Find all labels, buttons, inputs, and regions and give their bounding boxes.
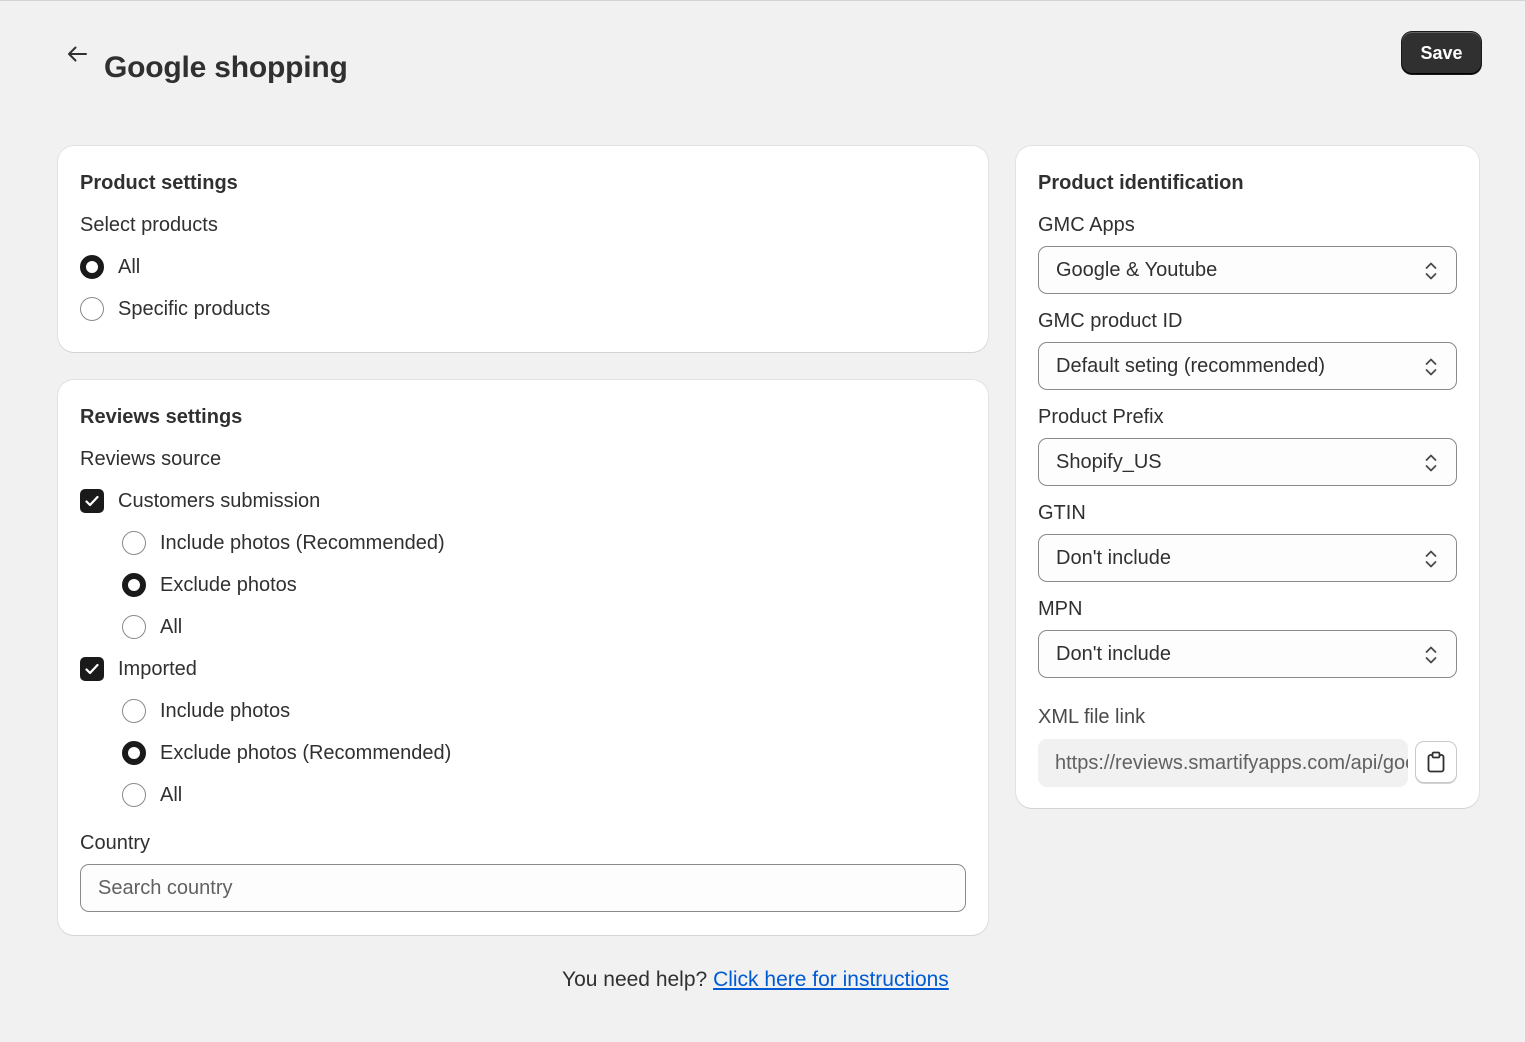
radio-option-specific-products[interactable]: Specific products — [80, 295, 270, 323]
product-settings-card: Product settings Select products All Spe… — [58, 146, 988, 352]
radio-customers-all[interactable]: All — [122, 613, 182, 641]
gmc-product-id-label: GMC product ID — [1038, 310, 1183, 332]
select-chevron-icon — [1425, 454, 1437, 472]
select-value: Google & Youtube — [1056, 258, 1218, 281]
radio-label: Specific products — [118, 297, 271, 320]
product-prefix-label: Product Prefix — [1038, 406, 1164, 428]
reviews-source-label: Reviews source — [80, 448, 222, 470]
radio-button[interactable] — [122, 741, 146, 765]
checkbox-customers-submission[interactable]: Customers submission — [80, 487, 320, 515]
country-search-input[interactable] — [80, 864, 966, 912]
radio-customers-exclude-photos[interactable]: Exclude photos — [122, 571, 297, 599]
instructions-link[interactable]: Click here for instructions — [713, 968, 949, 991]
xml-file-link-value: https://reviews.smartifyapps.com/api/goo… — [1055, 751, 1408, 774]
clipboard-icon — [1427, 751, 1445, 773]
help-text: You need help? — [562, 968, 708, 991]
page-title: Google shopping — [104, 51, 348, 84]
checkmark-icon — [85, 663, 99, 675]
checkmark-icon — [85, 495, 99, 507]
product-identification-card: Product identification GMC Apps Google &… — [1016, 146, 1479, 808]
gmc-apps-label: GMC Apps — [1038, 214, 1135, 236]
radio-label: Include photos — [160, 699, 291, 722]
radio-button[interactable] — [122, 699, 146, 723]
select-chevron-icon — [1425, 358, 1437, 376]
radio-button[interactable] — [122, 531, 146, 555]
reviews-settings-card: Reviews settings Reviews source Customer… — [58, 380, 988, 935]
product-identification-title: Product identification — [1038, 172, 1244, 194]
back-button[interactable] — [62, 39, 92, 69]
radio-imported-include-photos[interactable]: Include photos — [122, 697, 290, 725]
select-value: Shopify_US — [1056, 450, 1162, 473]
copy-link-button[interactable] — [1415, 741, 1457, 783]
select-value: Don't include — [1056, 546, 1171, 569]
mpn-select[interactable]: Don't include — [1038, 630, 1457, 678]
radio-imported-all[interactable]: All — [122, 781, 182, 809]
save-button[interactable]: Save — [1402, 32, 1481, 74]
arrow-left-icon — [68, 46, 87, 62]
help-footer: You need help? Click here for instructio… — [562, 968, 949, 992]
reviews-settings-title: Reviews settings — [80, 406, 243, 428]
radio-button[interactable] — [80, 255, 104, 279]
gtin-select[interactable]: Don't include — [1038, 534, 1457, 582]
checkbox-label: Imported — [118, 657, 197, 680]
radio-button[interactable] — [122, 615, 146, 639]
radio-customers-include-photos[interactable]: Include photos (Recommended) — [122, 529, 445, 557]
radio-label: All — [160, 615, 183, 638]
gtin-label: GTIN — [1038, 502, 1086, 524]
select-chevron-icon — [1425, 262, 1437, 280]
select-products-label: Select products — [80, 214, 218, 236]
radio-imported-exclude-photos[interactable]: Exclude photos (Recommended) — [122, 739, 451, 767]
radio-label: Include photos (Recommended) — [160, 531, 445, 554]
xml-file-link-field[interactable]: https://reviews.smartifyapps.com/api/goo… — [1038, 739, 1408, 787]
radio-label: All — [118, 255, 141, 278]
radio-button[interactable] — [80, 297, 104, 321]
radio-button[interactable] — [122, 783, 146, 807]
checkbox-checked[interactable] — [80, 657, 104, 681]
checkbox-label: Customers submission — [118, 489, 321, 512]
checkbox-checked[interactable] — [80, 489, 104, 513]
country-label: Country — [80, 832, 151, 854]
radio-label: All — [160, 783, 183, 806]
select-value: Don't include — [1056, 642, 1171, 665]
product-settings-title: Product settings — [80, 172, 238, 194]
radio-label: Exclude photos — [160, 573, 297, 596]
select-chevron-icon — [1425, 550, 1437, 568]
radio-label: Exclude photos (Recommended) — [160, 741, 452, 764]
gmc-product-id-select[interactable]: Default seting (recommended) — [1038, 342, 1457, 390]
checkbox-imported[interactable]: Imported — [80, 655, 197, 683]
radio-option-all-products[interactable]: All — [80, 253, 140, 281]
mpn-label: MPN — [1038, 598, 1083, 620]
select-value: Default seting (recommended) — [1056, 354, 1326, 377]
select-chevron-icon — [1425, 646, 1437, 664]
xml-file-link-label: XML file link — [1038, 706, 1146, 728]
gmc-apps-select[interactable]: Google & Youtube — [1038, 246, 1457, 294]
radio-button[interactable] — [122, 573, 146, 597]
product-prefix-select[interactable]: Shopify_US — [1038, 438, 1457, 486]
